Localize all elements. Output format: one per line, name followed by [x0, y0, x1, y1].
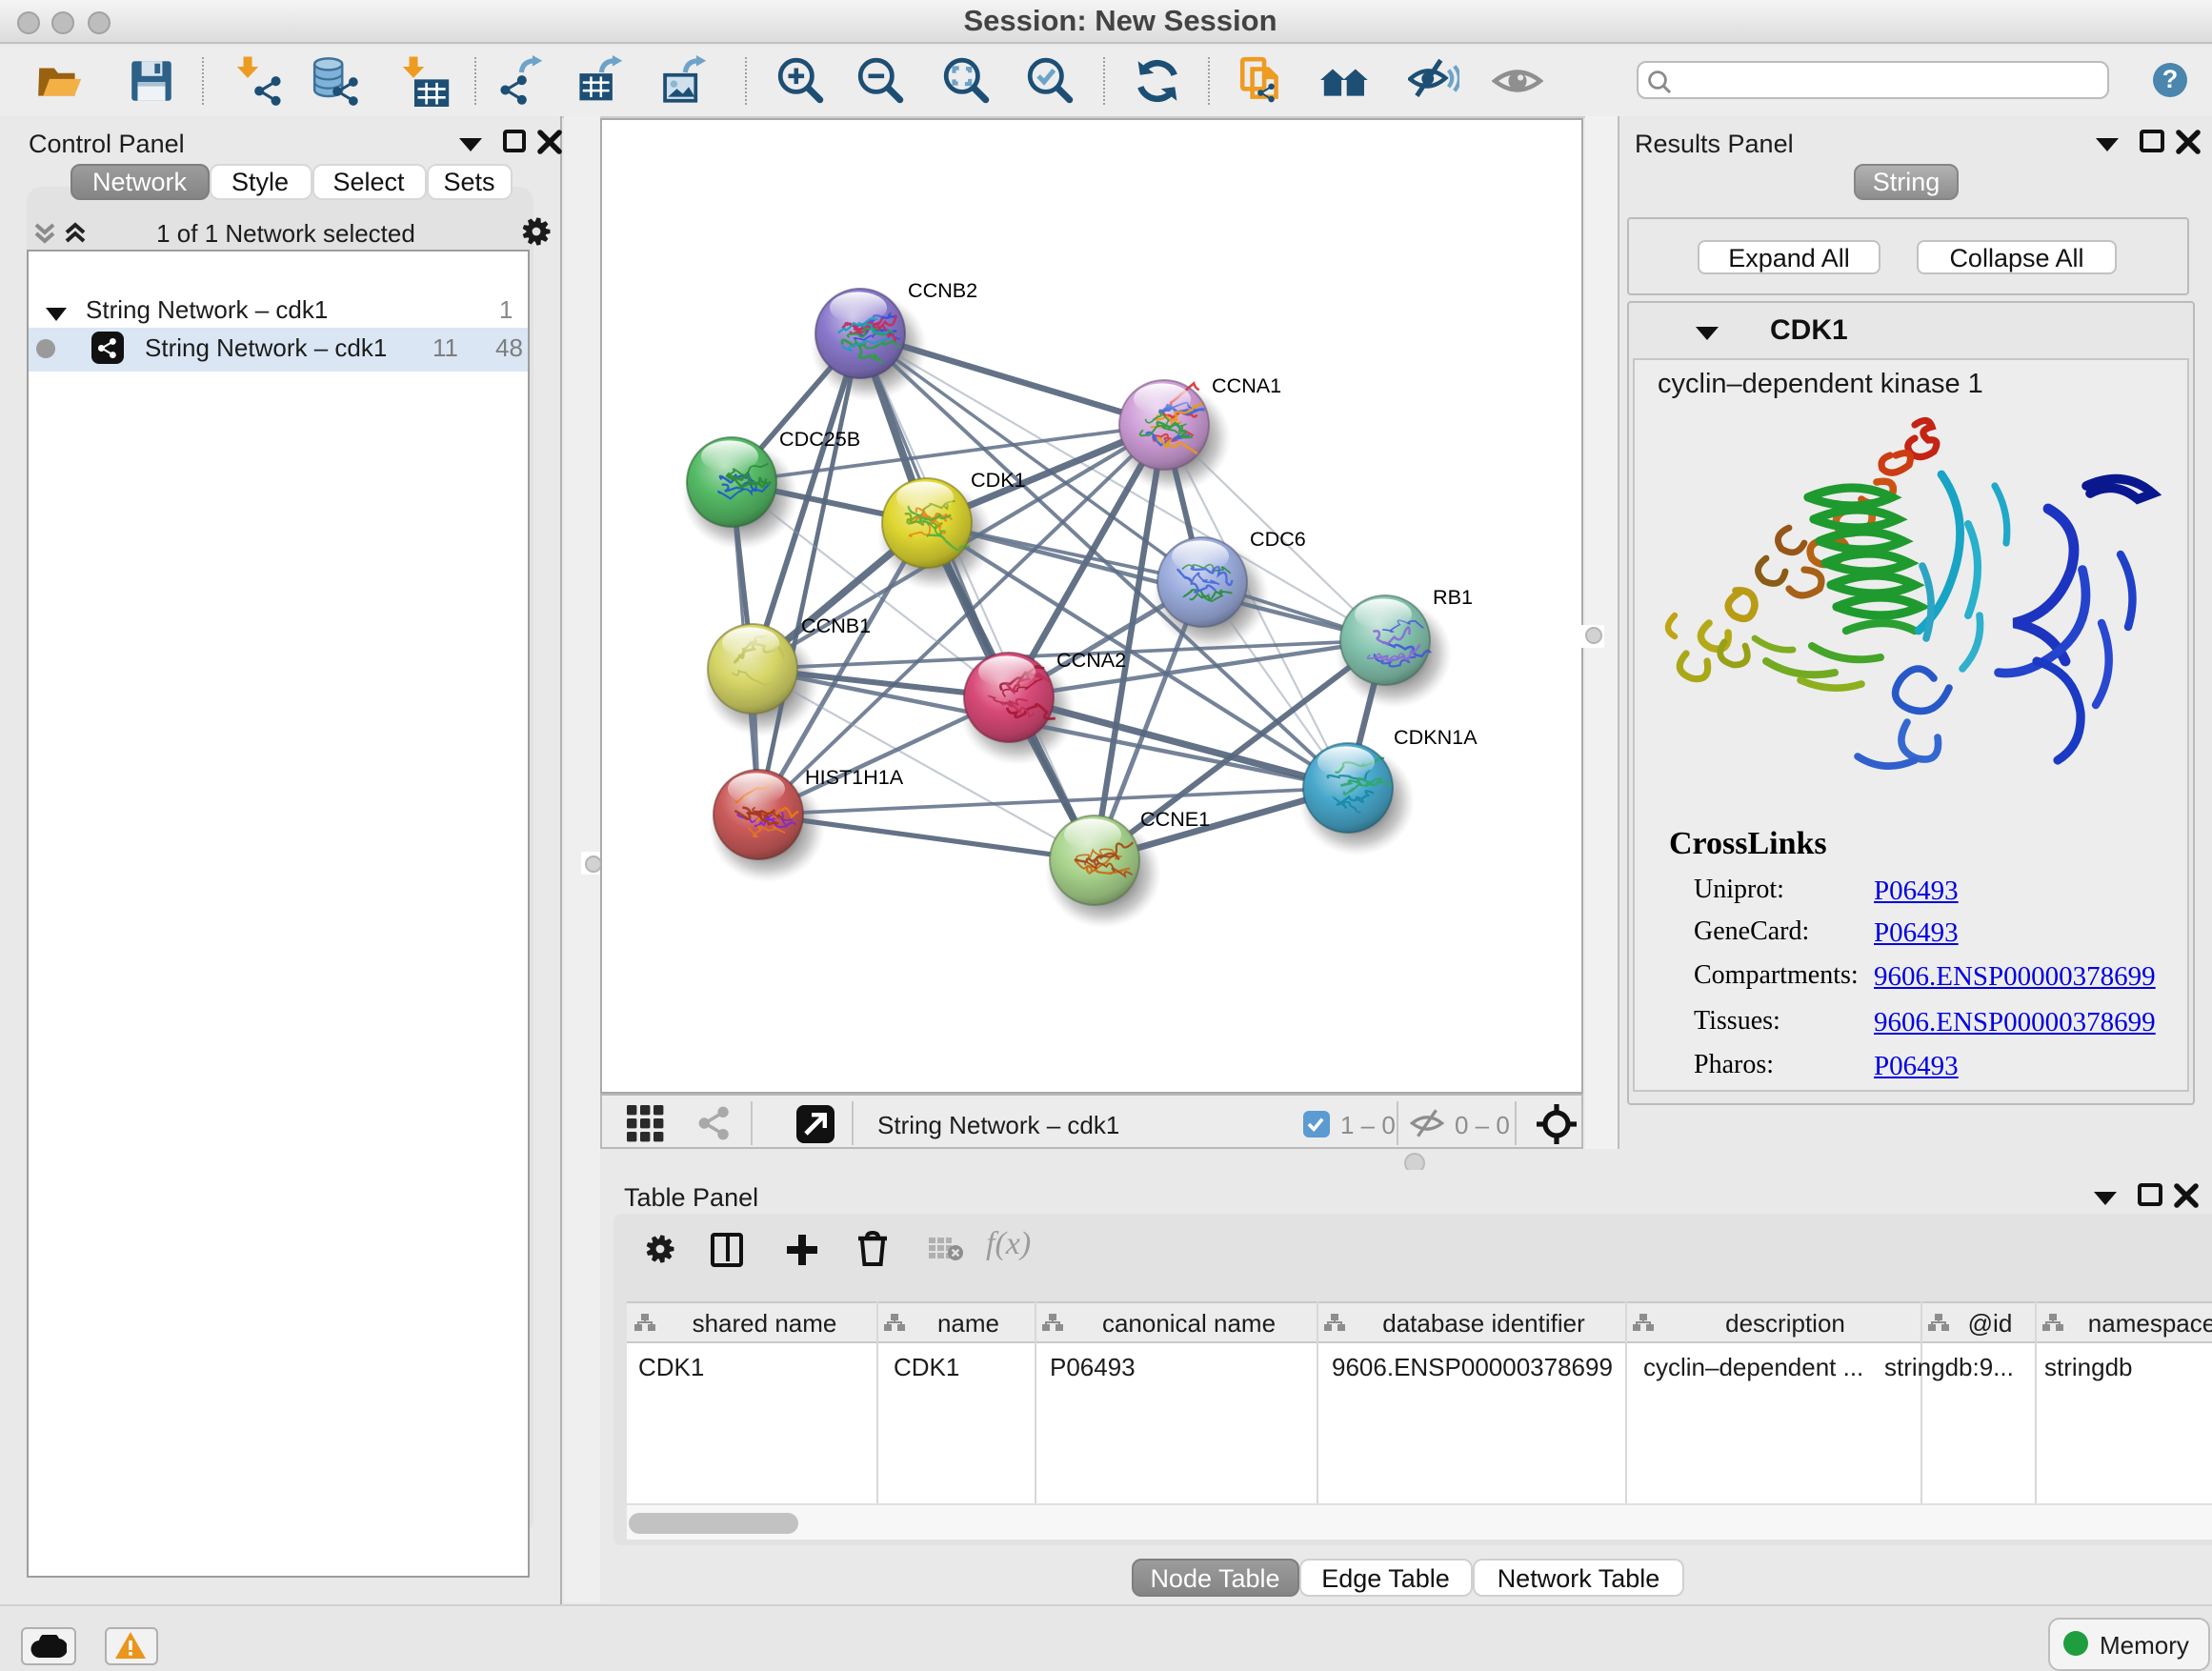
svg-text:CCNE1: CCNE1: [1139, 806, 1209, 830]
svg-text:HIST1H1A: HIST1H1A: [804, 764, 903, 788]
svg-text:CCNB2: CCNB2: [907, 277, 976, 301]
svg-text:CDC25B: CDC25B: [778, 426, 859, 450]
svg-text:CCNA1: CCNA1: [1211, 372, 1280, 396]
svg-text:CDC6: CDC6: [1249, 526, 1305, 550]
svg-text:CDK1: CDK1: [970, 467, 1025, 491]
svg-text:CCNB1: CCNB1: [800, 613, 870, 636]
svg-text:CCNA2: CCNA2: [1056, 647, 1125, 671]
svg-text:RB1: RB1: [1432, 584, 1472, 608]
svg-text:CDKN1A: CDKN1A: [1393, 724, 1477, 748]
